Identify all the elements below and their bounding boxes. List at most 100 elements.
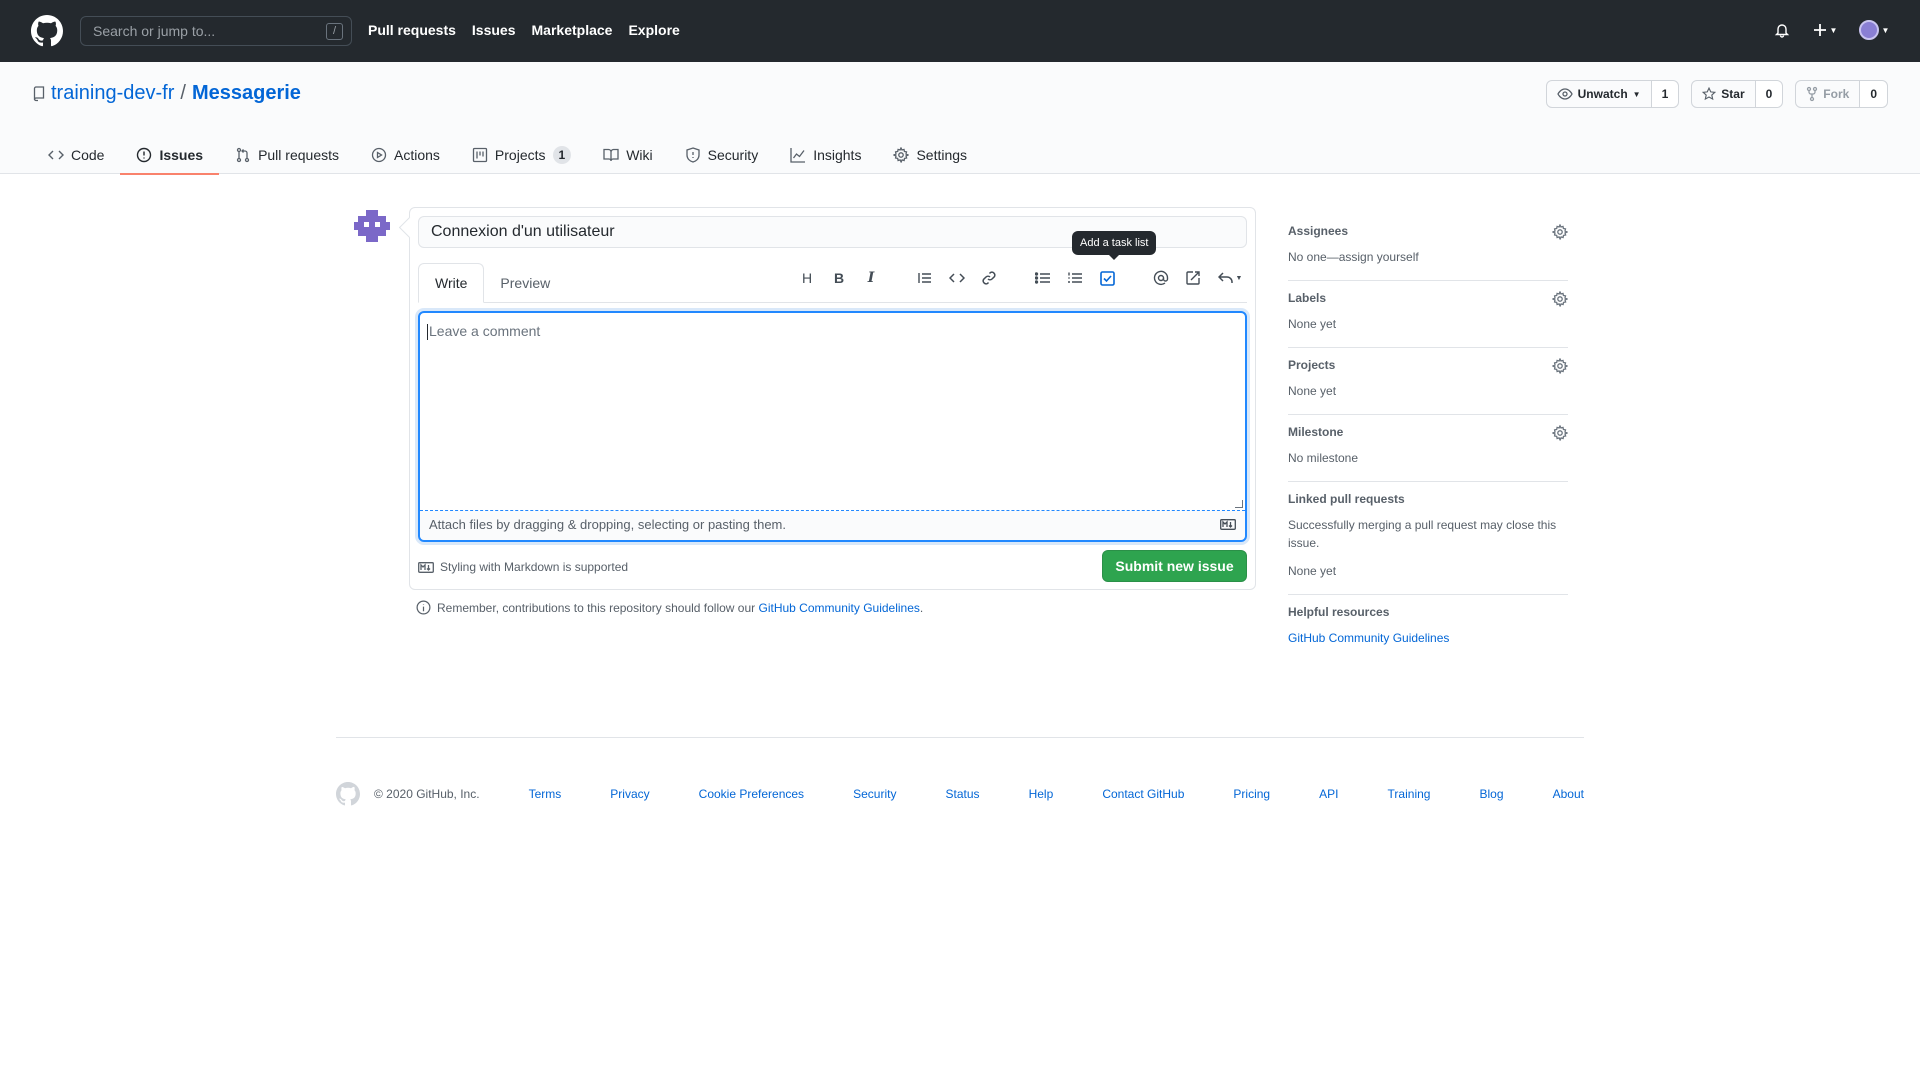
tab-actions[interactable]: Actions bbox=[355, 136, 456, 174]
gear-icon[interactable] bbox=[1552, 358, 1568, 374]
tab-pull-requests[interactable]: Pull requests bbox=[219, 136, 355, 174]
user-avatar[interactable] bbox=[354, 208, 390, 244]
footer-link-contact-github[interactable]: Contact GitHub bbox=[1102, 787, 1184, 801]
footer-link-security[interactable]: Security bbox=[853, 787, 896, 801]
community-guidelines-link[interactable]: GitHub Community Guidelines bbox=[759, 601, 920, 615]
tab-wiki[interactable]: Wiki bbox=[587, 136, 668, 174]
graph-icon bbox=[790, 147, 806, 163]
nav-marketplace[interactable]: Marketplace bbox=[532, 22, 613, 38]
search-placeholder: Search or jump to... bbox=[93, 23, 216, 39]
nav-pull-requests[interactable]: Pull requests bbox=[368, 22, 456, 38]
sidebar-labels: Labels None yet bbox=[1288, 281, 1568, 348]
chevron-down-icon: ▼ bbox=[1235, 274, 1243, 282]
projects-value: None yet bbox=[1288, 384, 1337, 398]
avatar bbox=[1858, 20, 1879, 40]
submit-new-issue-button[interactable]: Submit new issue bbox=[1102, 550, 1247, 582]
markdown-icon bbox=[418, 561, 434, 573]
tab-security[interactable]: Security bbox=[669, 136, 775, 174]
gear-icon[interactable] bbox=[1552, 291, 1568, 307]
repo-title: training-dev-fr / Messagerie bbox=[33, 82, 301, 105]
pull-request-icon bbox=[235, 147, 251, 163]
issue-icon bbox=[136, 147, 152, 163]
tab-write[interactable]: Write bbox=[418, 263, 485, 303]
comment-textarea[interactable]: Leave a comment bbox=[420, 313, 1245, 511]
fork-count[interactable]: 0 bbox=[1859, 81, 1887, 107]
milestone-heading[interactable]: Milestone bbox=[1288, 425, 1568, 439]
tab-preview[interactable]: Preview bbox=[484, 263, 566, 303]
link-icon[interactable] bbox=[981, 270, 997, 286]
watch-count[interactable]: 1 bbox=[1650, 81, 1679, 107]
heading-icon[interactable]: H bbox=[799, 270, 815, 286]
footer-row: © 2020 GitHub, Inc. Terms Privacy Cookie P… bbox=[336, 782, 1584, 806]
bulleted-list-icon[interactable] bbox=[1035, 270, 1051, 286]
tab-label: Insights bbox=[813, 147, 862, 163]
footer-link-pricing[interactable]: Pricing bbox=[1233, 787, 1270, 801]
repo-name-link[interactable]: Messagerie bbox=[192, 82, 301, 105]
footer-link-api[interactable]: API bbox=[1319, 787, 1338, 801]
footer-link-cookie-preferences[interactable]: Cookie Preferences bbox=[699, 787, 804, 801]
file-attach-bar[interactable]: Attach files by dragging & dropping, sel… bbox=[420, 511, 1245, 540]
fork-label: Fork bbox=[1823, 87, 1850, 101]
footer-link-status[interactable]: Status bbox=[946, 787, 980, 801]
tab-projects[interactable]: Projects 1 bbox=[456, 136, 587, 174]
code-icon[interactable] bbox=[949, 270, 965, 286]
nav-issues[interactable]: Issues bbox=[472, 22, 516, 38]
gear-icon[interactable] bbox=[1552, 425, 1568, 441]
footer-link-training[interactable]: Training bbox=[1388, 787, 1431, 801]
assignees-value[interactable]: No one—assign yourself bbox=[1288, 248, 1568, 266]
markdown-support-note[interactable]: Styling with Markdown is supported bbox=[418, 560, 628, 574]
create-new-menu[interactable]: ▼ bbox=[1810, 20, 1840, 40]
bold-icon[interactable]: B bbox=[831, 270, 847, 286]
repo-icon bbox=[33, 85, 45, 101]
search-input[interactable]: Search or jump to... / bbox=[80, 16, 352, 46]
tab-label: Security bbox=[707, 147, 759, 163]
footer-link-terms[interactable]: Terms bbox=[529, 787, 562, 801]
tab-issues[interactable]: Issues bbox=[120, 136, 219, 175]
tab-counter: 1 bbox=[552, 146, 572, 164]
repo-owner-link[interactable]: training-dev-fr bbox=[51, 82, 174, 105]
chevron-down-icon: ▼ bbox=[1881, 25, 1890, 35]
linked-prs-value: None yet bbox=[1288, 564, 1337, 578]
italic-icon[interactable]: I bbox=[863, 270, 879, 286]
tab-code[interactable]: Code bbox=[32, 136, 120, 174]
assignees-heading[interactable]: Assignees bbox=[1288, 224, 1568, 238]
cross-reference-icon[interactable] bbox=[1185, 270, 1201, 286]
numbered-list-icon[interactable] bbox=[1067, 270, 1083, 286]
footer-link-about[interactable]: About bbox=[1553, 787, 1584, 801]
linked-prs-heading: Linked pull requests bbox=[1288, 492, 1405, 506]
footer-link-blog[interactable]: Blog bbox=[1480, 787, 1504, 801]
saved-reply-icon[interactable]: ▼ bbox=[1217, 270, 1243, 286]
github-mark-icon[interactable] bbox=[336, 782, 360, 806]
copyright: © 2020 GitHub, Inc. bbox=[374, 787, 480, 801]
fork-button[interactable]: Fork bbox=[1796, 81, 1859, 107]
mention-icon[interactable] bbox=[1153, 270, 1169, 286]
footer-link-help[interactable]: Help bbox=[1029, 787, 1054, 801]
nav-explore[interactable]: Explore bbox=[628, 22, 679, 38]
repo-header: training-dev-fr / Messagerie Unwatch ▼ 1… bbox=[0, 62, 1920, 175]
footer-link-privacy[interactable]: Privacy bbox=[610, 787, 649, 801]
gear-icon[interactable] bbox=[1552, 224, 1568, 240]
bell-icon[interactable] bbox=[1772, 20, 1792, 40]
play-icon bbox=[371, 147, 387, 163]
github-logo-icon[interactable] bbox=[31, 15, 63, 47]
tab-label: Settings bbox=[916, 147, 968, 163]
tab-label: Projects bbox=[494, 147, 546, 163]
tab-insights[interactable]: Insights bbox=[774, 136, 877, 174]
tab-label: Pull requests bbox=[258, 147, 339, 163]
comment-field[interactable]: Leave a comment Attach files by dragging… bbox=[418, 311, 1247, 542]
quote-icon[interactable] bbox=[917, 270, 933, 286]
star-button[interactable]: Star bbox=[1692, 81, 1754, 107]
star-count[interactable]: 0 bbox=[1754, 81, 1783, 107]
task-list-icon[interactable] bbox=[1099, 270, 1115, 286]
gear-icon bbox=[892, 146, 910, 164]
resize-handle[interactable] bbox=[1235, 500, 1243, 508]
labels-heading[interactable]: Labels bbox=[1288, 291, 1568, 305]
unwatch-button[interactable]: Unwatch ▼ bbox=[1547, 81, 1651, 107]
user-menu[interactable]: ▼ bbox=[1858, 20, 1890, 40]
global-header: Search or jump to... / Pull requests Iss… bbox=[0, 0, 1920, 62]
projects-heading[interactable]: Projects bbox=[1288, 358, 1568, 372]
slash-key-hint: / bbox=[326, 23, 343, 40]
top-nav: Pull requests Issues Marketplace Explore bbox=[368, 22, 680, 38]
tab-settings[interactable]: Settings bbox=[877, 136, 983, 174]
community-guidelines-link[interactable]: GitHub Community Guidelines bbox=[1288, 631, 1449, 645]
